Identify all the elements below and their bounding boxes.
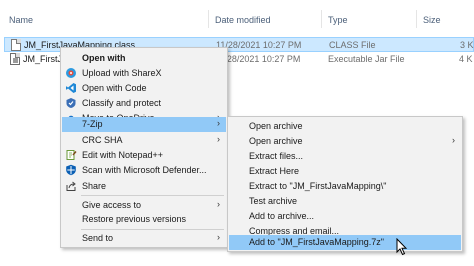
menu-item-label: Open with Code <box>82 83 147 93</box>
menu-item-label: Edit with Notepad++ <box>82 150 164 160</box>
menu-item-open-with[interactable]: Open with <box>62 51 226 66</box>
menu-item-label: Open with <box>82 53 126 63</box>
menu-item-label: CRC SHA <box>82 135 123 145</box>
class-file-icon <box>11 39 21 51</box>
column-divider[interactable] <box>416 10 417 28</box>
menu-item-send-to[interactable]: Send to › <box>62 231 226 246</box>
submenu-item-label: Open archive <box>249 121 303 131</box>
menu-item-label: Send to <box>82 233 114 243</box>
column-header-type[interactable]: Type <box>328 15 348 25</box>
notepadpp-icon <box>66 150 77 160</box>
file-date: 11/28/2021 10:27 PM <box>216 40 302 50</box>
submenu-item-extract-here[interactable]: Extract Here <box>229 164 461 179</box>
file-size: 3 K <box>460 40 474 50</box>
menu-item-crc-sha[interactable]: CRC SHA › <box>62 133 226 148</box>
menu-item-label: Upload with ShareX <box>82 68 162 78</box>
column-header-date-modified[interactable]: Date modified <box>215 15 271 25</box>
menu-item-scan-defender[interactable]: Scan with Microsoft Defender... <box>62 163 226 178</box>
file-type: Executable Jar File <box>328 54 405 64</box>
file-size: 4 K <box>459 54 473 64</box>
share-icon <box>66 181 76 191</box>
chevron-right-icon: › <box>217 134 220 144</box>
file-type: CLASS File <box>329 40 376 50</box>
submenu-item-open-archive-more[interactable]: Open archive › <box>229 134 461 149</box>
chevron-right-icon: › <box>217 232 220 242</box>
chevron-right-icon: › <box>217 118 220 128</box>
submenu-item-add-to-archive[interactable]: Add to archive... <box>229 209 461 224</box>
menu-item-restore-versions[interactable]: Restore previous versions <box>62 212 226 227</box>
menu-item-label: 7-Zip <box>82 119 103 129</box>
menu-item-classify-protect[interactable]: Classify and protect <box>62 96 226 111</box>
column-header-name[interactable]: Name <box>9 15 33 25</box>
submenu-item-label: Add to archive... <box>249 211 315 221</box>
menu-item-label: Classify and protect <box>82 98 162 108</box>
chevron-right-icon: › <box>452 135 455 145</box>
menu-item-label: Share <box>82 181 107 191</box>
submenu-item-open-archive[interactable]: Open archive <box>229 119 461 134</box>
vscode-icon <box>66 83 76 93</box>
classify-icon <box>66 98 76 108</box>
submenu-item-extract-files[interactable]: Extract files... <box>229 149 461 164</box>
column-divider[interactable] <box>208 10 209 28</box>
menu-item-share[interactable]: Share <box>62 179 226 194</box>
menu-item-7zip-row[interactable]: 7-Zip › <box>62 117 226 132</box>
submenu-item-label: Extract files... <box>249 151 304 161</box>
column-divider[interactable] <box>321 10 322 28</box>
menu-item-edit-notepadpp[interactable]: Edit with Notepad++ <box>62 148 226 163</box>
sharex-icon <box>66 68 76 78</box>
submenu-item-extract-to[interactable]: Extract to "JM_FirstJavaMapping\" <box>229 179 461 194</box>
submenu-item-label: Test archive <box>249 196 298 206</box>
submenu-7zip: Open archive Open archive › Extract file… <box>227 116 463 252</box>
submenu-item-label: Extract to "JM_FirstJavaMapping\" <box>249 181 387 191</box>
submenu-item-label: Add to "JM_FirstJavaMapping.7z" <box>249 237 384 247</box>
menu-item-label: Scan with Microsoft Defender... <box>82 165 207 175</box>
defender-icon <box>66 164 76 176</box>
menu-item-open-with-code[interactable]: Open with Code <box>62 81 226 96</box>
mouse-cursor-icon <box>396 238 408 256</box>
submenu-item-label: Extract Here <box>249 166 300 176</box>
menu-item-upload-sharex[interactable]: Upload with ShareX <box>62 66 226 81</box>
menu-item-give-access[interactable]: Give access to › <box>62 198 226 213</box>
menu-separator <box>81 229 224 230</box>
menu-separator <box>81 195 224 196</box>
submenu-item-test-archive[interactable]: Test archive <box>229 194 461 209</box>
menu-item-label: Restore previous versions <box>82 214 187 224</box>
chevron-right-icon: › <box>217 199 220 209</box>
context-menu: Open with Upload with ShareX Open with C… <box>60 47 228 248</box>
submenu-item-add-to-7z[interactable]: Add to "JM_FirstJavaMapping.7z" <box>229 235 461 250</box>
submenu-item-label: Open archive <box>249 136 303 146</box>
menu-item-label: Give access to <box>82 200 142 210</box>
column-header-size[interactable]: Size <box>423 15 441 25</box>
jar-file-icon <box>10 53 20 65</box>
